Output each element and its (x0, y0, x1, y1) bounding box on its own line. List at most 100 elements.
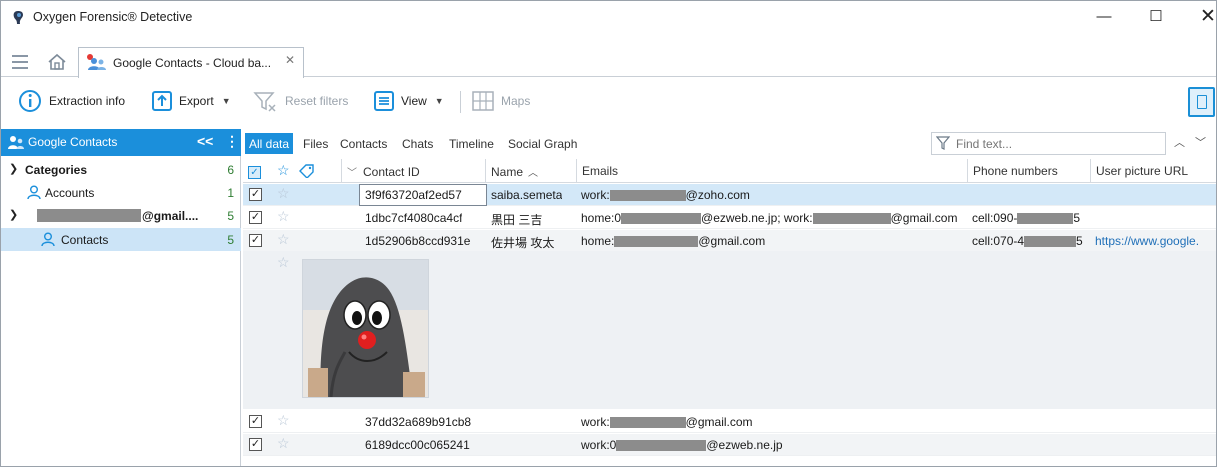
row-checkbox[interactable]: ✓ (249, 188, 262, 201)
row-checkbox[interactable]: ✓ (249, 234, 262, 247)
star-icon[interactable]: ☆ (277, 208, 290, 225)
app-logo-icon (13, 11, 23, 24)
chevron-down-icon: ▼ (221, 96, 231, 106)
export-button[interactable]: Export ▼ (151, 87, 231, 115)
chevron-down-icon[interactable]: ❯ (9, 208, 18, 221)
redacted-text (1024, 236, 1077, 248)
star-icon[interactable]: ☆ (277, 435, 290, 452)
phone-suffix: 5 (1073, 211, 1081, 225)
extraction-info-button[interactable]: Extraction info (17, 87, 125, 115)
tree-item-label: Contacts (61, 233, 109, 247)
tree-item-label: @gmail.... (142, 209, 199, 223)
tree-item-count: 1 (227, 186, 234, 200)
redacted-text (37, 209, 141, 222)
email-suffix: @gmail.com (890, 211, 958, 225)
search-next-button[interactable]: ﹀ (1195, 134, 1206, 150)
collapse-panel-button[interactable]: << (197, 133, 213, 149)
cell-contact-id: 6189dcc00c065241 (365, 438, 470, 452)
column-emails[interactable]: Emails (576, 159, 967, 183)
hamburger-icon[interactable] (12, 55, 28, 69)
star-icon[interactable]: ☆ (277, 254, 290, 271)
star-icon[interactable]: ☆ (277, 185, 290, 202)
contact-photo (302, 259, 429, 398)
star-icon[interactable]: ☆ (277, 231, 290, 248)
table-row[interactable]: ✓ ☆ 3f9f63720af2ed57 saiba.semeta work: @… (243, 184, 1216, 206)
email-prefix: home:0 (581, 211, 622, 225)
tab-social-graph[interactable]: Social Graph (504, 133, 581, 154)
reset-filters-button[interactable]: Reset filters (253, 87, 348, 115)
search-box (931, 132, 1166, 155)
phone-prefix: cell:090- (972, 211, 1018, 225)
cell-emails: home: @gmail.com (581, 234, 765, 248)
home-icon[interactable] (46, 51, 68, 73)
redacted-text (621, 213, 702, 225)
phone-suffix: 5 (1076, 234, 1083, 248)
tab-google-contacts[interactable]: Google Contacts - Cloud ba... ✕ (78, 47, 304, 78)
star-icon[interactable]: ☆ (277, 412, 290, 429)
tab-close-icon[interactable]: ✕ (285, 53, 295, 67)
tree-item-categories[interactable]: ❯ Categories 6 (1, 158, 241, 181)
email-suffix: @ezweb.ne.jp (706, 438, 783, 452)
tree-item-contacts[interactable]: Contacts 5 (1, 228, 241, 251)
tab-timeline[interactable]: Timeline (445, 133, 498, 154)
reset-filters-icon (253, 92, 276, 112)
tree-item-gmail-account[interactable]: ❯ @gmail.... 5 (1, 204, 241, 227)
column-user-picture-url[interactable]: User picture URL (1090, 159, 1216, 183)
maximize-button[interactable]: ☐ (1133, 1, 1179, 33)
row-checkbox[interactable]: ✓ (249, 438, 262, 451)
tree-item-label: Accounts (45, 186, 95, 200)
tab-chats[interactable]: Chats (398, 133, 437, 154)
filter-icon[interactable] (936, 136, 950, 150)
redacted-text (609, 190, 686, 202)
table-row[interactable]: ✓ ☆ 1dbc7cf4080ca4cf 黒田 三吉 home:0 @ezweb.… (243, 207, 1216, 229)
more-options-button[interactable]: ⋮ (225, 133, 239, 150)
email-prefix: work: (581, 415, 610, 429)
table-row[interactable]: ✓ ☆ 37dd32a689b91cb8 work: @gmail.com (243, 411, 1216, 433)
row-checkbox[interactable]: ✓ (249, 211, 262, 224)
search-input[interactable] (956, 135, 1156, 152)
email-prefix: home: (581, 234, 615, 248)
search-previous-button[interactable]: ︿ (1174, 134, 1185, 150)
tab-files[interactable]: Files (299, 133, 332, 154)
cell-name: 黒田 三吉 (491, 213, 543, 227)
star-icon[interactable]: ☆ (272, 159, 296, 183)
table-row[interactable]: ✓ ☆ 1d52906b8ccd931e 佐井場 攻太 home: @gmail.… (243, 230, 1216, 252)
minimize-button[interactable]: — (1081, 1, 1127, 33)
extraction-info-icon (19, 90, 41, 112)
cell-name: saiba.semeta (491, 188, 563, 202)
side-panel-toggle-button[interactable] (1188, 87, 1215, 117)
left-panel-header: Google Contacts << ⋮ (1, 129, 241, 156)
table-row[interactable]: ✓ ☆ 6189dcc00c065241 work:0 @ezweb.ne.jp (243, 434, 1216, 456)
tab-contacts[interactable]: Contacts (336, 133, 391, 154)
chevron-down-icon[interactable]: ❯ (9, 162, 18, 175)
maps-button[interactable]: Maps (471, 87, 530, 115)
export-icon (152, 91, 172, 111)
view-button[interactable]: View ▼ (373, 87, 444, 115)
reset-filters-label: Reset filters (285, 94, 349, 108)
select-all-checkbox[interactable]: ✓ (243, 159, 269, 183)
email-prefix: work: (581, 188, 610, 202)
cell-phone: cell:090- 5 (972, 211, 1080, 225)
tag-icon[interactable] (299, 164, 315, 178)
cell-picture-url-link[interactable]: https://www.google. (1095, 234, 1215, 248)
account-icon (27, 185, 41, 200)
redacted-text (1017, 213, 1074, 225)
column-name[interactable]: Name ︿ (485, 159, 576, 183)
cell-contact-id: 3f9f63720af2ed57 (365, 188, 462, 202)
phone-prefix: cell:070-4 (972, 234, 1025, 248)
maps-label: Maps (501, 94, 531, 108)
tab-all-data[interactable]: All data (245, 133, 294, 154)
tree-item-count: 5 (227, 233, 234, 247)
row-checkbox[interactable]: ✓ (249, 415, 262, 428)
tree-item-count: 6 (227, 163, 234, 177)
sort-ascending-icon: ︿ (528, 168, 539, 179)
left-panel-title: Google Contacts (28, 135, 118, 149)
extraction-info-label: Extraction info (49, 94, 126, 108)
app-window: Oxygen Forensic® Detective — ☐ ✕ Google … (0, 0, 1217, 467)
column-phone-numbers[interactable]: Phone numbers (967, 159, 1090, 183)
cell-emails: work:0 @ezweb.ne.jp (581, 438, 783, 452)
column-contact-id[interactable]: ﹀ Contact ID (341, 159, 484, 183)
close-button[interactable]: ✕ (1185, 1, 1216, 33)
chevron-down-icon: ▼ (434, 96, 444, 106)
tree-item-accounts[interactable]: Accounts 1 (1, 181, 241, 204)
